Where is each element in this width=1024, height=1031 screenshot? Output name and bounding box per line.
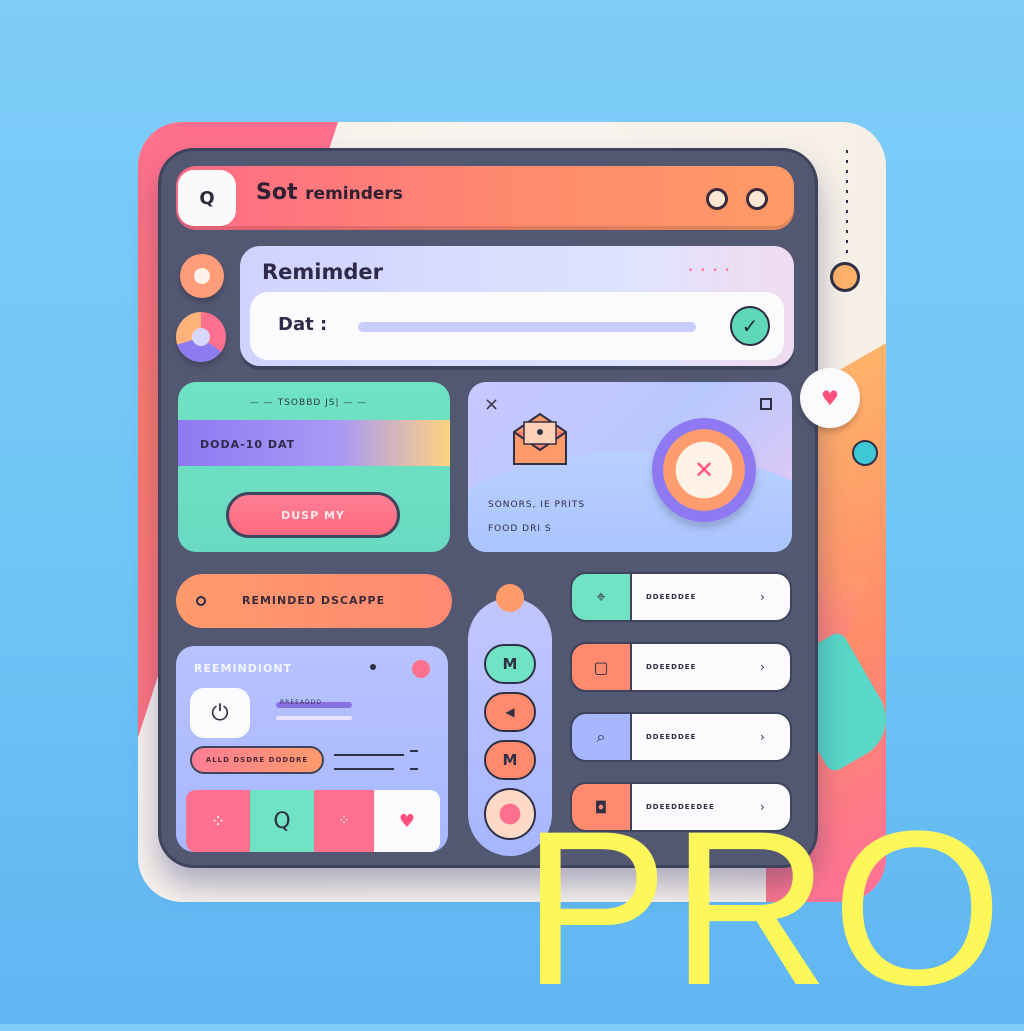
- reminder-bar-label: REMINDED DSCAPPE: [242, 594, 386, 607]
- power-icon[interactable]: ⏻: [190, 688, 250, 738]
- reminder-header-dots: • • • •: [688, 266, 732, 276]
- info-icon[interactable]: [746, 188, 768, 210]
- check-icon[interactable]: ✓: [730, 306, 770, 346]
- toggle-icon[interactable]: [706, 188, 728, 210]
- toolbar-button[interactable]: M: [484, 644, 536, 684]
- cancel-icon[interactable]: ✕: [676, 442, 732, 498]
- teal-knob-icon: [852, 440, 878, 466]
- decorative-dotted-line: [846, 150, 848, 260]
- radio-icon[interactable]: [196, 596, 206, 606]
- avatar[interactable]: [180, 254, 224, 298]
- chevron-right-icon[interactable]: ›: [760, 730, 765, 744]
- divider: [410, 768, 418, 770]
- list-item-label: DDEEDDEE: [646, 663, 697, 671]
- reminder-panel-button[interactable]: ALLD DSDRE DODDRE: [190, 746, 324, 774]
- close-icon[interactable]: ×: [484, 394, 499, 415]
- grid-icon[interactable]: ⁘: [314, 790, 374, 852]
- knob-icon[interactable]: [830, 262, 860, 292]
- search-title: Sot reminders: [256, 180, 403, 205]
- date-card-button[interactable]: DUSP MY: [226, 492, 400, 538]
- search-icon[interactable]: Q: [250, 790, 314, 852]
- dot-icon: [370, 664, 376, 670]
- search-icon: ⌕: [570, 712, 632, 762]
- date-card-date: DODA-10 DAT: [200, 438, 296, 451]
- search-title-rest: reminders: [305, 184, 403, 204]
- dots-icon[interactable]: ⁘: [186, 790, 250, 852]
- pie-icon[interactable]: [176, 312, 226, 362]
- square-icon: ▢: [570, 642, 632, 692]
- divider: [334, 754, 404, 756]
- list-item-label: DDEEDDEE: [646, 593, 697, 601]
- heart-icon[interactable]: ♥: [374, 790, 440, 852]
- divider: [334, 768, 394, 770]
- toolbar-button[interactable]: ◀: [484, 692, 536, 732]
- notification-icon[interactable]: [412, 660, 430, 678]
- toolbar-button[interactable]: M: [484, 740, 536, 780]
- email-text-line: SONORS, IE PRITS: [488, 500, 586, 510]
- divider: [410, 750, 418, 752]
- search-title-bold: Sot: [256, 180, 298, 205]
- progress-line: [276, 716, 352, 720]
- search-icon[interactable]: Q: [178, 170, 236, 226]
- pro-watermark: PRO: [522, 785, 1005, 1031]
- reminder-title: Remimder: [262, 260, 384, 284]
- expand-icon[interactable]: [760, 398, 772, 410]
- chevron-right-icon[interactable]: ›: [760, 660, 765, 674]
- clip-icon: ⌖: [570, 572, 632, 622]
- list-item-label: DDEEDDEE: [646, 733, 697, 741]
- toolbar-handle-icon[interactable]: [496, 584, 524, 612]
- chevron-right-icon[interactable]: ›: [760, 590, 765, 604]
- progress-label: RREEADDO: [280, 699, 322, 706]
- favorite-button[interactable]: ♥: [800, 368, 860, 428]
- date-slider[interactable]: [358, 322, 696, 332]
- reminder-panel-title: REEMINDIONT: [194, 662, 293, 675]
- date-label: Dat :: [278, 314, 328, 335]
- email-text-line: FOOD DRI S: [488, 524, 552, 534]
- date-card-header: — — TSOBBD JS| — —: [250, 398, 368, 408]
- envelope-icon: [513, 412, 567, 465]
